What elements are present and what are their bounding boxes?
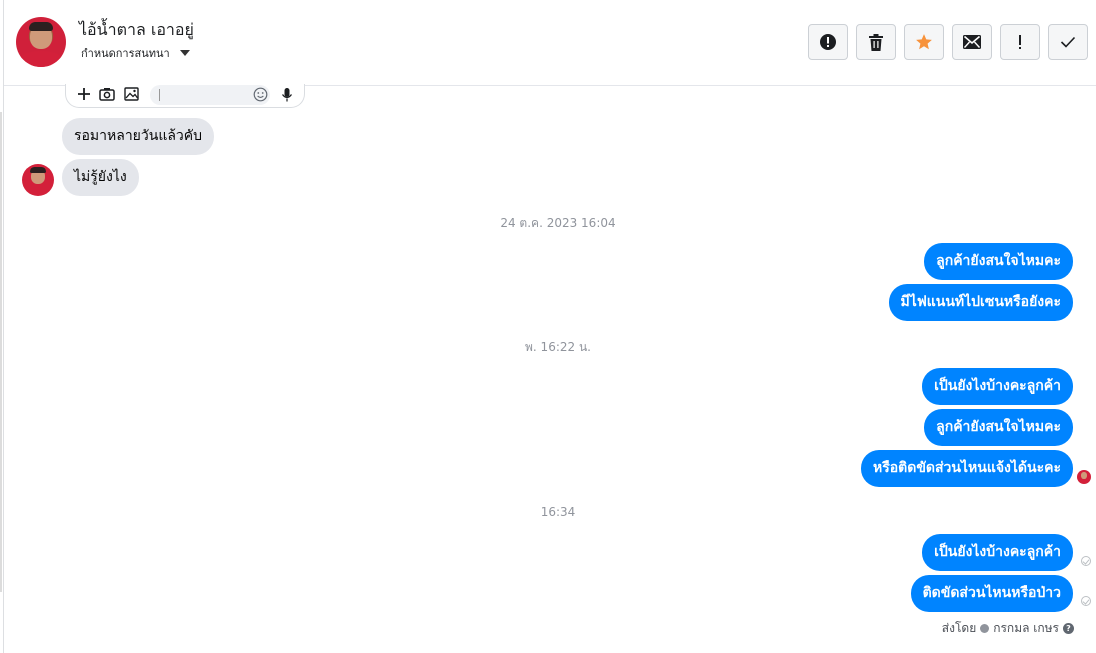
outgoing-message[interactable]: เป็นยังไงบ้างคะลูกค้า <box>922 368 1073 405</box>
conversation-header: ไอ้น้ำตาล เอาอยู่ กำหนดการสนทนา <box>4 0 1096 86</box>
contact-avatar[interactable] <box>16 17 66 67</box>
assign-label: กำหนดการสนทนา <box>81 47 170 60</box>
sender-status-icon <box>980 624 990 633</box>
message-timestamp: 16:34 <box>540 505 576 519</box>
incoming-message[interactable]: รอมาหลายวันแล้วคับ <box>62 118 215 155</box>
mark-unread-button[interactable] <box>952 24 992 60</box>
mark-done-button[interactable] <box>1048 24 1088 60</box>
follow-up-button[interactable] <box>1000 24 1040 60</box>
incoming-message[interactable]: ไม่รู้ยังไง <box>62 159 139 196</box>
check-icon <box>1060 36 1076 48</box>
sent-by-line: ส่งโดย กรกมล เกษร ? <box>942 619 1074 638</box>
camera-icon[interactable] <box>99 87 115 101</box>
outgoing-message[interactable]: ติดขัดส่วนไหนหรือป่าว <box>910 575 1073 612</box>
outgoing-message[interactable]: หรือติดขัดส่วนไหนแจ้งได้นะคะ <box>861 450 1073 487</box>
message-timestamp: พ. 16:22 น. <box>525 340 591 354</box>
alert-circle-icon <box>820 34 836 50</box>
sent-by-label: ส่งโดย <box>941 621 977 635</box>
image-icon[interactable] <box>124 87 139 101</box>
seen-avatar <box>1077 470 1091 484</box>
contact-avatar-small[interactable] <box>22 164 54 196</box>
delivered-check-icon <box>1081 596 1091 606</box>
assign-conversation-dropdown[interactable]: กำหนดการสนทนา <box>81 44 190 62</box>
delivered-check-icon <box>1081 556 1091 566</box>
messenger-conversation: ไอ้น้ำตาล เอาอยู่ กำหนดการสนทนา รอมาหลาย… <box>0 0 1096 653</box>
outgoing-message[interactable]: ลูกค้ายังสนใจไหมคะ <box>924 243 1073 280</box>
star-icon <box>916 34 932 50</box>
outgoing-message[interactable]: มีไฟแนนท์ไปเซนหรือยังคะ <box>888 284 1073 321</box>
message-composer <box>65 84 305 108</box>
emoji-icon[interactable] <box>253 87 268 102</box>
caret-down-icon <box>179 50 190 56</box>
trash-icon <box>869 33 883 51</box>
contact-name[interactable]: ไอ้น้ำตาล เอาอยู่ <box>79 18 194 43</box>
panel-divider <box>3 0 4 653</box>
help-icon[interactable]: ? <box>1063 623 1074 634</box>
text-cursor <box>159 89 160 101</box>
microphone-icon[interactable] <box>281 87 293 103</box>
plus-icon[interactable] <box>77 87 91 101</box>
envelope-icon <box>963 35 981 49</box>
message-timestamp: 24 ต.ค. 2023 16:04 <box>500 216 616 230</box>
sender-name: กรกมล เกษร <box>993 621 1059 635</box>
star-button[interactable] <box>904 24 944 60</box>
delete-button[interactable] <box>856 24 896 60</box>
exclamation-icon <box>1019 35 1021 49</box>
outgoing-message[interactable]: ลูกค้ายังสนใจไหมคะ <box>924 409 1073 446</box>
message-input[interactable] <box>150 85 270 105</box>
outgoing-message[interactable]: เป็นยังไงบ้างคะลูกค้า <box>922 534 1073 571</box>
mark-spam-button[interactable] <box>808 24 848 60</box>
